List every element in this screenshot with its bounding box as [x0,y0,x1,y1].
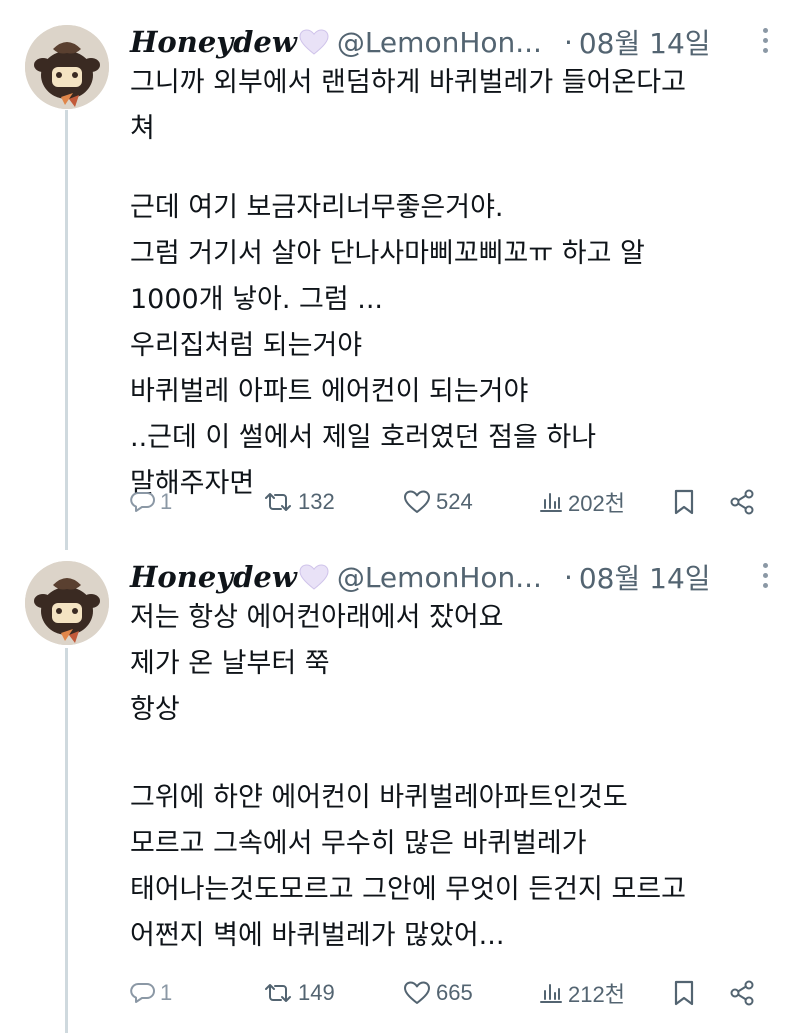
reply-count: 1 [160,980,173,1005]
text-line [130,733,770,775]
text-line: ..근데 이 썰에서 제일 호러였던 점을 하나 [130,422,597,453]
avatar-image-icon [25,25,109,109]
bookmark-icon [674,980,694,1006]
retweet-icon [265,493,291,511]
like-icon [404,981,430,1004]
more-icon[interactable] [760,563,770,588]
views-count: 202천 [568,491,625,516]
avatar-image-icon [25,561,109,645]
views-button[interactable]: 212천 [538,973,625,1013]
action-bar: 1 149 665 212천 [130,973,770,1013]
reply-button[interactable]: 1 [130,482,172,522]
like-icon [404,490,430,513]
like-button[interactable]: 665 [402,973,473,1013]
bookmark-button[interactable] [672,973,696,1013]
views-icon [540,493,562,512]
text-line: 모르고 그속에서 무수히 많은 바퀴벌레가 [130,828,587,859]
purple-heart-emoji-icon [299,29,329,55]
reply-icon [130,491,155,512]
tweet-header: Honeydew @LemonHon... · 08월 14일 [130,557,770,597]
separator: · [563,25,573,59]
views-icon [540,984,562,1003]
retweet-count: 149 [298,980,335,1005]
thread-line-bottom [65,648,68,1033]
tweet-text: 그니까 외부에서 랜덤하게 바퀴벌레가 들어온다고 쳐 근데 여기 보금자리너무… [130,60,770,507]
share-button[interactable] [728,973,756,1013]
retweet-icon [265,984,291,1002]
avatar[interactable] [25,561,109,645]
tweet-header: Honeydew @LemonHon... · 08월 14일 [130,22,770,62]
text-line: 그위에 하얀 에어컨이 바퀴벌레아파트인것도 [130,782,628,813]
like-count: 524 [436,489,473,514]
text-line: 바퀴벌레 아파트 에어컨이 되는거야 [130,376,529,407]
handle[interactable]: @LemonHon... [337,26,542,59]
views-count: 212천 [568,982,625,1007]
share-button[interactable] [728,482,756,522]
reply-count: 1 [160,489,173,514]
display-name[interactable]: Honeydew [130,25,297,59]
text-line: 저는 항상 에어컨아래에서 잤어요 [130,602,504,633]
text-line: 1000개 낳아. 그럼 ... [130,284,383,315]
timestamp[interactable]: 08월 14일 [579,557,711,597]
text-line: 태어나는것도모르고 그안에 무엇이 든건지 모르고 [130,874,686,905]
thread-line-top [65,110,68,550]
share-icon [730,489,754,515]
share-icon [730,980,754,1006]
like-button[interactable]: 524 [402,482,473,522]
purple-heart-emoji-icon [299,564,329,590]
text-line: 근데 여기 보금자리너무좋은거야. [130,192,504,223]
tweet-text: 저는 항상 에어컨아래에서 잤어요 제가 온 날부터 쭉 항상 그위에 하얀 에… [130,595,770,959]
bookmark-icon [674,489,694,515]
text-line: 그럼 거기서 살아 단나사마삐꼬삐꼬ㅠ 하고 알 [130,238,645,269]
handle[interactable]: @LemonHon... [337,561,542,594]
text-line: 어쩐지 벽에 바퀴벌레가 많았어... [130,920,505,951]
bookmark-button[interactable] [672,482,696,522]
timestamp[interactable]: 08월 14일 [579,22,711,62]
reply-button[interactable]: 1 [130,973,172,1013]
text-line: 우리집처럼 되는거야 [130,330,363,361]
retweet-button[interactable]: 132 [262,482,335,522]
text-line: 제가 온 날부터 쭉 [130,648,330,679]
separator: · [563,560,573,594]
views-button[interactable]: 202천 [538,482,625,522]
action-bar: 1 132 524 202천 [130,482,770,522]
avatar[interactable] [25,25,109,109]
display-name[interactable]: Honeydew [130,560,297,594]
retweet-count: 132 [298,489,335,514]
text-line: 그니까 외부에서 랜덤하게 바퀴벌레가 들어온다고 [130,67,686,98]
retweet-button[interactable]: 149 [262,973,335,1013]
more-icon[interactable] [760,28,770,53]
text-line: 쳐 [130,113,155,144]
like-count: 665 [436,980,473,1005]
reply-icon [130,982,155,1003]
text-line: 항상 [130,694,180,725]
